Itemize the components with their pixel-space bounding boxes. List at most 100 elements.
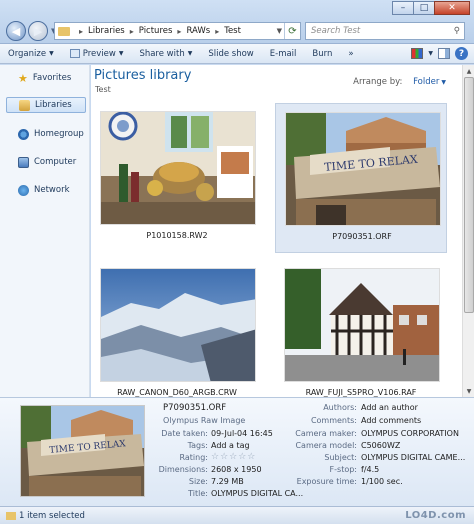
comments-value[interactable]: Add comments	[361, 416, 421, 425]
slide-show-button[interactable]: Slide show	[200, 49, 261, 59]
sidebar-item-label: Libraries	[35, 100, 72, 110]
arrange-by: Arrange by: Folder ▼	[353, 77, 446, 87]
details-file-type: Olympus Raw Image	[163, 416, 246, 425]
burn-label: Burn	[312, 48, 333, 59]
more-commands-button[interactable]: »	[340, 49, 361, 59]
forward-button[interactable]: ▶	[28, 21, 48, 41]
search-input[interactable]: Search Test ⚲	[305, 22, 465, 40]
breadcrumb-separator-icon[interactable]: ▸	[215, 27, 219, 36]
file-thumbnail: TIME TO RELAX	[285, 112, 441, 226]
file-name: RAW_CANON_D60_ARGB.CRW	[117, 388, 237, 397]
organize-button[interactable]: Organize ▼	[0, 49, 62, 59]
file-name: RAW_FUJI_S5PRO_V106.RAF	[305, 388, 417, 397]
file-name: P7090351.ORF	[332, 232, 392, 241]
selection-icon	[6, 511, 16, 520]
address-dropdown-icon[interactable]: ▼	[277, 27, 282, 35]
breadcrumb-separator-icon[interactable]: ▸	[130, 27, 134, 36]
scrollbar-thumb[interactable]	[464, 77, 474, 313]
sidebar-item-homegroup[interactable]: Homegroup	[6, 126, 86, 142]
authors-label: Authors:	[323, 403, 357, 412]
size-value: 7.29 MB	[211, 477, 244, 486]
size-label: Size:	[188, 477, 208, 486]
minimize-button[interactable]: –	[392, 1, 414, 15]
dimensions-value: 2608 x 1950	[211, 465, 262, 474]
tags-label: Tags:	[187, 441, 208, 450]
breadcrumb-libraries[interactable]: Libraries	[88, 26, 125, 36]
search-icon[interactable]: ⚲	[454, 26, 460, 36]
breadcrumb-separator-icon[interactable]: ▸	[79, 27, 83, 36]
sidebar-item-favorites[interactable]: ★ Favorites	[6, 70, 86, 86]
slide-show-label: Slide show	[208, 48, 254, 59]
chevron-down-icon[interactable]: ▼	[441, 79, 446, 86]
file-item[interactable]: RAW_CANON_D60_ARGB.CRW	[91, 260, 263, 397]
comments-label: Comments:	[310, 416, 357, 425]
breadcrumb-test[interactable]: Test	[224, 26, 241, 36]
file-list: Pictures library Test Arrange by: Folder…	[91, 65, 462, 397]
email-button[interactable]: E-mail	[262, 49, 305, 59]
preview-pane-icon[interactable]	[438, 48, 450, 59]
arrange-by-dropdown[interactable]: Folder	[413, 77, 439, 87]
tags-value[interactable]: Add a tag	[211, 441, 250, 450]
breadcrumb-pictures[interactable]: Pictures	[139, 26, 173, 36]
sidebar-item-label: Network	[34, 185, 70, 195]
subject-value[interactable]: OLYMPUS DIGITAL CAME...	[361, 453, 465, 462]
title-value[interactable]: OLYMPUS DIGITAL CA...	[211, 489, 303, 498]
watermark-logo: LO4D.com	[405, 510, 466, 521]
chevron-down-icon: ▼	[49, 50, 54, 57]
help-icon[interactable]: ?	[455, 47, 468, 60]
close-button[interactable]: ✕	[434, 1, 470, 15]
details-thumbnail: TIME TO RELAX	[20, 405, 145, 497]
status-bar: 1 item selected LO4D.com	[0, 506, 474, 524]
camera-maker-label: Camera maker:	[295, 429, 357, 438]
file-thumbnail	[100, 268, 256, 382]
file-item[interactable]: P1010158.RW2	[91, 103, 263, 253]
date-taken-label: Date taken:	[161, 429, 208, 438]
rating-label: Rating:	[179, 453, 209, 462]
sidebar-item-network[interactable]: Network	[6, 182, 86, 198]
window-controls: – □ ✕	[392, 1, 470, 15]
authors-value[interactable]: Add an author	[361, 403, 418, 412]
details-pane: TIME TO RELAX P7090351.ORF Olympus Raw I…	[0, 397, 474, 506]
breadcrumb-separator-icon[interactable]: ▸	[177, 27, 181, 36]
address-bar[interactable]: ▸ Libraries ▸ Pictures ▸ RAWs ▸ Test ▼ ⟳	[54, 22, 301, 40]
exposure-time-value: 1/100 sec.	[361, 477, 403, 486]
share-with-label: Share with	[139, 48, 185, 59]
sidebar-item-label: Computer	[34, 157, 77, 167]
dimensions-label: Dimensions:	[158, 465, 208, 474]
chevron-down-icon: ▼	[118, 50, 124, 57]
file-thumbnail	[284, 268, 440, 382]
rating-stars-icon[interactable]: ☆☆☆☆☆	[211, 452, 256, 462]
date-taken-value[interactable]: 09-Jul-04 16:45	[211, 429, 273, 438]
navigation-buttons: ◀ ▶ ▼	[6, 21, 58, 41]
scroll-down-icon[interactable]: ▼	[463, 385, 474, 397]
camera-maker-value[interactable]: OLYMPUS CORPORATION	[361, 429, 459, 438]
preview-button[interactable]: Preview ▼	[62, 49, 132, 59]
more-commands-label: »	[348, 48, 354, 59]
back-button[interactable]: ◀	[6, 21, 26, 41]
command-bar: Organize ▼ Preview ▼ Share with ▼ Slide sho…	[0, 44, 474, 64]
vertical-scrollbar[interactable]: ▲ ▼	[462, 65, 474, 397]
file-thumbnail	[100, 111, 256, 225]
library-title: Pictures library	[94, 68, 192, 83]
sidebar-item-libraries[interactable]: Libraries	[6, 97, 86, 113]
network-icon	[18, 184, 29, 196]
library-subtitle: Test	[95, 85, 111, 94]
view-dropdown-icon[interactable]: ▼	[425, 50, 433, 57]
breadcrumb-raws[interactable]: RAWs	[186, 26, 210, 36]
sidebar-item-computer[interactable]: Computer	[6, 154, 86, 170]
folder-icon	[58, 26, 70, 36]
sidebar-item-label: Homegroup	[34, 129, 84, 139]
camera-model-label: Camera model:	[295, 441, 357, 450]
file-name: P1010158.RW2	[146, 231, 208, 240]
scroll-up-icon[interactable]: ▲	[463, 65, 474, 77]
maximize-button[interactable]: □	[413, 1, 435, 15]
search-placeholder: Search Test	[311, 26, 361, 36]
share-with-button[interactable]: Share with ▼	[131, 49, 200, 59]
change-view-icon[interactable]	[411, 48, 424, 59]
refresh-icon[interactable]: ⟳	[284, 23, 300, 39]
burn-button[interactable]: Burn	[304, 49, 340, 59]
camera-model-value[interactable]: C5060WZ	[361, 441, 400, 450]
file-item[interactable]: RAW_FUJI_S5PRO_V106.RAF	[275, 260, 447, 397]
title-label: Title:	[188, 489, 208, 498]
file-item-selected[interactable]: TIME TO RELAX P7090351.ORF	[275, 103, 447, 253]
